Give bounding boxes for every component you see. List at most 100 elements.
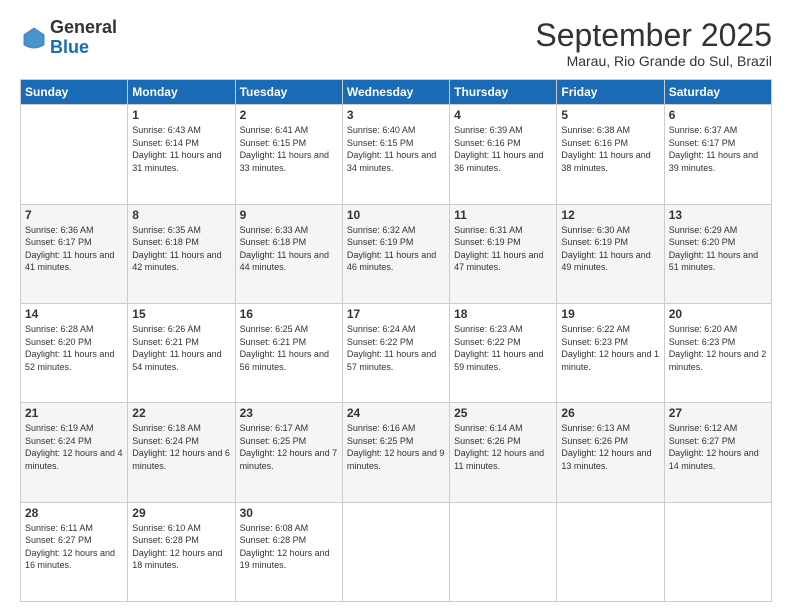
table-row: 22 Sunrise: 6:18 AM Sunset: 6:24 PM Dayli… (128, 403, 235, 502)
table-row: 18Sunrise: 6:23 AM Sunset: 6:22 PM Dayli… (450, 303, 557, 402)
logo-general-text: General (50, 18, 117, 38)
day-number: 3 (347, 108, 445, 122)
day-info: Sunrise: 6:29 AM Sunset: 6:20 PM Dayligh… (669, 224, 767, 274)
day-number: 2 (240, 108, 338, 122)
table-row (664, 502, 771, 601)
col-friday: Friday (557, 80, 664, 105)
day-info: Sunrise: 6:43 AM Sunset: 6:14 PM Dayligh… (132, 124, 230, 174)
day-info: Sunrise: 6:39 AM Sunset: 6:16 PM Dayligh… (454, 124, 552, 174)
table-row: 12 Sunrise: 6:30 AM Sunset: 6:19 PM Dayli… (557, 204, 664, 303)
day-number: 4 (454, 108, 552, 122)
day-info: Sunrise: 6:17 AM Sunset: 6:25 PM Dayligh… (240, 422, 338, 472)
table-row: 14 Sunrise: 6:28 AM Sunset: 6:20 PM Dayli… (21, 303, 128, 402)
table-row: 3 Sunrise: 6:40 AM Sunset: 6:15 PM Daylig… (342, 105, 449, 204)
day-info: Sunrise: 6:23 AM Sunset: 6:22 PM Dayligh… (454, 323, 552, 373)
day-info: Sunrise: 6:41 AM Sunset: 6:15 PM Dayligh… (240, 124, 338, 174)
day-number: 19 (561, 307, 659, 321)
title-block: September 2025 Marau, Rio Grande do Sul,… (535, 18, 772, 69)
header: General Blue September 2025 Marau, Rio G… (20, 18, 772, 69)
day-info: Sunrise: 6:37 AM Sunset: 6:17 PM Dayligh… (669, 124, 767, 174)
col-sunday: Sunday (21, 80, 128, 105)
table-row: 6Sunrise: 6:37 AM Sunset: 6:17 PM Daylig… (664, 105, 771, 204)
day-info: Sunrise: 6:18 AM Sunset: 6:24 PM Dayligh… (132, 422, 230, 472)
day-number: 9 (240, 208, 338, 222)
table-row (450, 502, 557, 601)
day-info: Sunrise: 6:10 AM Sunset: 6:28 PM Dayligh… (132, 522, 230, 572)
day-number: 25 (454, 406, 552, 420)
day-number: 1 (132, 108, 230, 122)
day-number: 22 (132, 406, 230, 420)
day-number: 15 (132, 307, 230, 321)
day-number: 20 (669, 307, 767, 321)
day-number: 27 (669, 406, 767, 420)
day-number: 28 (25, 506, 123, 520)
day-info: Sunrise: 6:12 AM Sunset: 6:27 PM Dayligh… (669, 422, 767, 472)
day-info: Sunrise: 6:30 AM Sunset: 6:19 PM Dayligh… (561, 224, 659, 274)
day-info: Sunrise: 6:40 AM Sunset: 6:15 PM Dayligh… (347, 124, 445, 174)
table-row: 25 Sunrise: 6:14 AM Sunset: 6:26 PM Dayli… (450, 403, 557, 502)
calendar-week-row: 1 Sunrise: 6:43 AM Sunset: 6:14 PM Daylig… (21, 105, 772, 204)
day-number: 21 (25, 406, 123, 420)
day-number: 23 (240, 406, 338, 420)
table-row: 24Sunrise: 6:16 AM Sunset: 6:25 PM Dayli… (342, 403, 449, 502)
day-info: Sunrise: 6:24 AM Sunset: 6:22 PM Dayligh… (347, 323, 445, 373)
day-info: Sunrise: 6:13 AM Sunset: 6:26 PM Dayligh… (561, 422, 659, 472)
day-info: Sunrise: 6:33 AM Sunset: 6:18 PM Dayligh… (240, 224, 338, 274)
table-row (557, 502, 664, 601)
table-row: 11Sunrise: 6:31 AM Sunset: 6:19 PM Dayli… (450, 204, 557, 303)
calendar-header-row: Sunday Monday Tuesday Wednesday Thursday… (21, 80, 772, 105)
table-row: 23 Sunrise: 6:17 AM Sunset: 6:25 PM Dayli… (235, 403, 342, 502)
col-saturday: Saturday (664, 80, 771, 105)
table-row: 28 Sunrise: 6:11 AM Sunset: 6:27 PM Dayli… (21, 502, 128, 601)
day-info: Sunrise: 6:14 AM Sunset: 6:26 PM Dayligh… (454, 422, 552, 472)
day-number: 14 (25, 307, 123, 321)
day-number: 11 (454, 208, 552, 222)
table-row: 30Sunrise: 6:08 AM Sunset: 6:28 PM Dayli… (235, 502, 342, 601)
col-monday: Monday (128, 80, 235, 105)
day-info: Sunrise: 6:32 AM Sunset: 6:19 PM Dayligh… (347, 224, 445, 274)
logo-blue-text: Blue (50, 38, 117, 58)
calendar-week-row: 14 Sunrise: 6:28 AM Sunset: 6:20 PM Dayli… (21, 303, 772, 402)
day-info: Sunrise: 6:36 AM Sunset: 6:17 PM Dayligh… (25, 224, 123, 274)
logo-text: General Blue (50, 18, 117, 58)
table-row: 16Sunrise: 6:25 AM Sunset: 6:21 PM Dayli… (235, 303, 342, 402)
day-info: Sunrise: 6:11 AM Sunset: 6:27 PM Dayligh… (25, 522, 123, 572)
table-row: 7 Sunrise: 6:36 AM Sunset: 6:17 PM Daylig… (21, 204, 128, 303)
calendar-week-row: 7 Sunrise: 6:36 AM Sunset: 6:17 PM Daylig… (21, 204, 772, 303)
table-row: 13Sunrise: 6:29 AM Sunset: 6:20 PM Dayli… (664, 204, 771, 303)
calendar-title: September 2025 (535, 18, 772, 53)
table-row: 15 Sunrise: 6:26 AM Sunset: 6:21 PM Dayli… (128, 303, 235, 402)
table-row: 26 Sunrise: 6:13 AM Sunset: 6:26 PM Dayli… (557, 403, 664, 502)
table-row: 29 Sunrise: 6:10 AM Sunset: 6:28 PM Dayli… (128, 502, 235, 601)
table-row: 27 Sunrise: 6:12 AM Sunset: 6:27 PM Dayli… (664, 403, 771, 502)
day-number: 12 (561, 208, 659, 222)
table-row: 21 Sunrise: 6:19 AM Sunset: 6:24 PM Dayli… (21, 403, 128, 502)
day-info: Sunrise: 6:25 AM Sunset: 6:21 PM Dayligh… (240, 323, 338, 373)
day-number: 29 (132, 506, 230, 520)
table-row: 1 Sunrise: 6:43 AM Sunset: 6:14 PM Daylig… (128, 105, 235, 204)
calendar-subtitle: Marau, Rio Grande do Sul, Brazil (535, 53, 772, 69)
col-tuesday: Tuesday (235, 80, 342, 105)
day-info: Sunrise: 6:08 AM Sunset: 6:28 PM Dayligh… (240, 522, 338, 572)
day-info: Sunrise: 6:16 AM Sunset: 6:25 PM Dayligh… (347, 422, 445, 472)
table-row: 20 Sunrise: 6:20 AM Sunset: 6:23 PM Dayli… (664, 303, 771, 402)
day-info: Sunrise: 6:38 AM Sunset: 6:16 PM Dayligh… (561, 124, 659, 174)
table-row: 4 Sunrise: 6:39 AM Sunset: 6:16 PM Daylig… (450, 105, 557, 204)
day-info: Sunrise: 6:20 AM Sunset: 6:23 PM Dayligh… (669, 323, 767, 373)
day-number: 26 (561, 406, 659, 420)
day-number: 5 (561, 108, 659, 122)
day-info: Sunrise: 6:26 AM Sunset: 6:21 PM Dayligh… (132, 323, 230, 373)
day-number: 7 (25, 208, 123, 222)
table-row: 5 Sunrise: 6:38 AM Sunset: 6:16 PM Daylig… (557, 105, 664, 204)
col-thursday: Thursday (450, 80, 557, 105)
table-row (342, 502, 449, 601)
day-info: Sunrise: 6:19 AM Sunset: 6:24 PM Dayligh… (25, 422, 123, 472)
logo-icon (20, 24, 48, 52)
table-row: 8Sunrise: 6:35 AM Sunset: 6:18 PM Daylig… (128, 204, 235, 303)
page: General Blue September 2025 Marau, Rio G… (0, 0, 792, 612)
calendar-week-row: 28 Sunrise: 6:11 AM Sunset: 6:27 PM Dayli… (21, 502, 772, 601)
day-info: Sunrise: 6:28 AM Sunset: 6:20 PM Dayligh… (25, 323, 123, 373)
day-info: Sunrise: 6:22 AM Sunset: 6:23 PM Dayligh… (561, 323, 659, 373)
col-wednesday: Wednesday (342, 80, 449, 105)
calendar-week-row: 21 Sunrise: 6:19 AM Sunset: 6:24 PM Dayli… (21, 403, 772, 502)
